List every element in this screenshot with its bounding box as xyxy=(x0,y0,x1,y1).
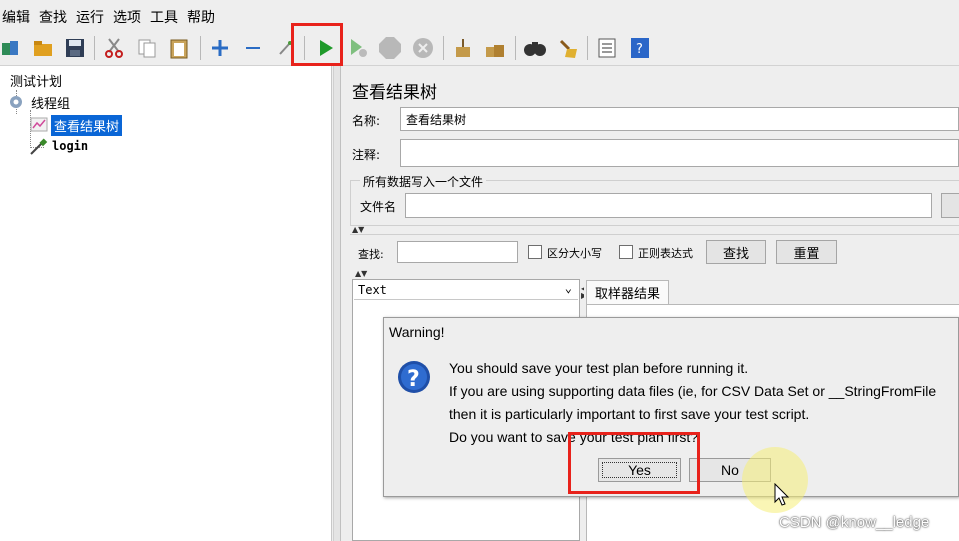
regex-label: 正则表达式 xyxy=(638,247,693,260)
paste-icon[interactable] xyxy=(166,35,192,61)
menu-bar: 编辑 查找 运行 选项 工具 帮助 xyxy=(0,0,959,32)
shutdown-icon[interactable] xyxy=(410,35,436,61)
regex-checkbox[interactable] xyxy=(619,245,633,259)
test-plan-tree: 测试计划 线程组 查看结果树 login xyxy=(0,66,332,541)
chevron-down-icon: ⌄ xyxy=(564,281,572,295)
svg-text:?: ? xyxy=(407,367,420,392)
tree-node-test-plan[interactable]: 测试计划 xyxy=(10,71,62,90)
cut-icon[interactable] xyxy=(101,35,127,61)
dialog-title: Warning! xyxy=(389,324,445,340)
comment-label: 注释: xyxy=(352,148,381,162)
name-field[interactable]: 查看结果树 xyxy=(400,107,959,131)
file-label: 文件名 xyxy=(360,200,397,214)
menu-options[interactable]: 选项 xyxy=(113,7,141,27)
help-icon[interactable]: ? xyxy=(627,35,653,61)
browse-button[interactable] xyxy=(941,193,959,218)
page-title: 查看结果树 xyxy=(352,83,437,103)
tree-node-login[interactable]: login xyxy=(52,139,88,153)
file-name-field[interactable] xyxy=(405,193,932,218)
gear-icon xyxy=(6,93,26,115)
dialog-message-line-1: You should save your test plan before ru… xyxy=(449,360,749,376)
reset-search-icon[interactable] xyxy=(555,35,581,61)
menu-edit[interactable]: 编辑 xyxy=(2,7,30,27)
question-icon: ? xyxy=(397,360,431,394)
case-sensitive-label: 区分大小写 xyxy=(547,247,602,260)
renderer-select[interactable]: Text ⌄ xyxy=(354,280,578,300)
collapse-icon[interactable] xyxy=(240,35,266,61)
pipette-icon xyxy=(28,137,48,161)
case-sensitive-checkbox[interactable] xyxy=(528,245,542,259)
tree-node-thread-group[interactable]: 线程组 xyxy=(31,93,70,112)
menu-tools[interactable]: 工具 xyxy=(150,7,178,27)
search-label: 查找: xyxy=(358,248,384,261)
split-divider[interactable] xyxy=(333,66,341,541)
function-helper-icon[interactable] xyxy=(594,35,620,61)
clear-all-icon[interactable] xyxy=(482,35,508,61)
copy-icon[interactable] xyxy=(134,35,160,61)
clear-icon[interactable] xyxy=(450,35,476,61)
yes-highlight-box xyxy=(568,432,700,494)
svg-text:?: ? xyxy=(636,42,643,57)
search-input[interactable] xyxy=(397,241,518,263)
run-highlight-box xyxy=(291,23,343,66)
expand-icon[interactable] xyxy=(207,35,233,61)
find-button[interactable]: 查找 xyxy=(706,240,766,264)
name-label: 名称: xyxy=(352,114,381,128)
renderer-value: Text xyxy=(358,283,387,297)
mouse-cursor-icon xyxy=(774,482,790,511)
file-group-title: 所有数据写入一个文件 xyxy=(360,173,487,190)
menu-run[interactable]: 运行 xyxy=(76,7,104,27)
menu-search[interactable]: 查找 xyxy=(39,7,67,27)
comment-field[interactable] xyxy=(400,139,959,167)
collapse-arrows-icon[interactable]: ▲▼ xyxy=(352,225,364,234)
watermark: CSDN @know__ledge xyxy=(779,514,930,531)
collapse-arrows-icon-2[interactable]: ▲▼ xyxy=(355,269,367,278)
tab-sampler-result[interactable]: 取样器结果 xyxy=(586,280,669,304)
menu-help[interactable]: 帮助 xyxy=(187,7,215,27)
dialog-message-line-3: then it is particularly important to fir… xyxy=(449,406,810,422)
start-no-pause-icon[interactable] xyxy=(345,35,371,61)
chart-icon xyxy=(30,116,48,136)
reset-button[interactable]: 重置 xyxy=(776,240,837,264)
stop-icon[interactable] xyxy=(377,35,403,61)
templates-icon[interactable] xyxy=(0,35,22,61)
search-icon[interactable] xyxy=(522,35,548,61)
toolbar: ? xyxy=(0,32,959,66)
save-icon[interactable] xyxy=(62,35,88,61)
open-icon[interactable] xyxy=(30,35,56,61)
tree-node-view-results-tree[interactable]: 查看结果树 xyxy=(51,115,123,136)
dialog-message-line-2: If you are using supporting data files (… xyxy=(449,383,937,399)
